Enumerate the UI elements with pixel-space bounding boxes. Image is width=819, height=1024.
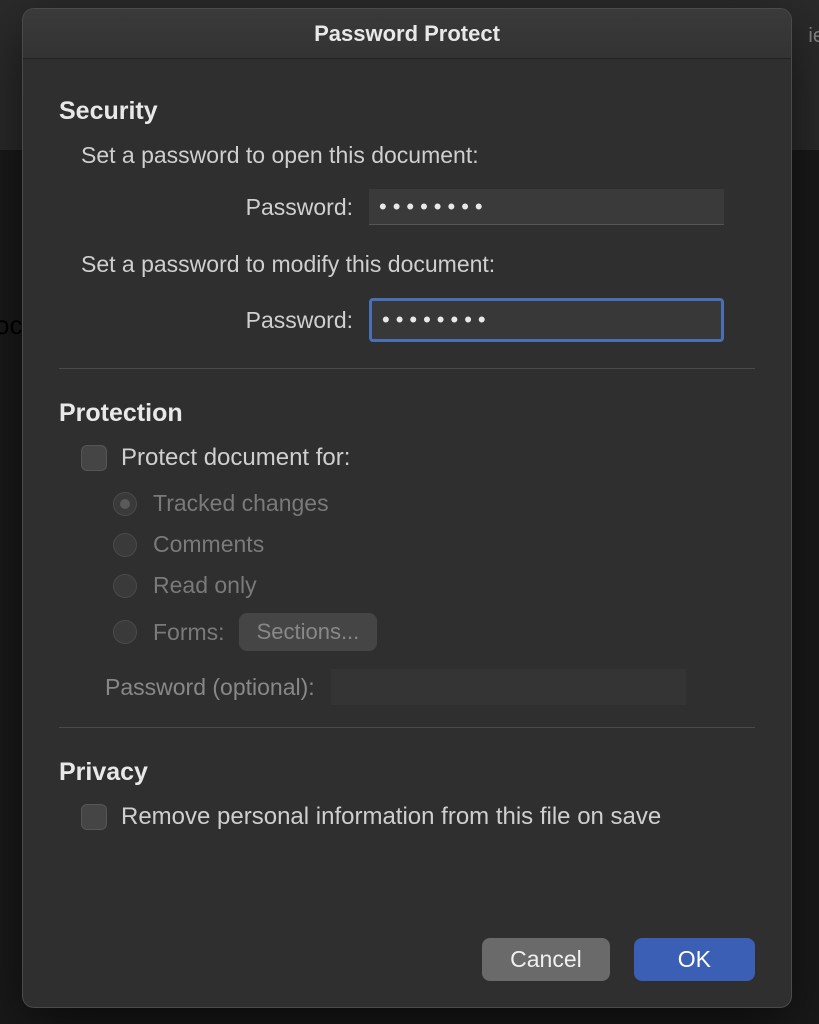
optional-password-input	[331, 669, 686, 705]
forms-label: Forms:	[153, 619, 225, 646]
cancel-button[interactable]: Cancel	[482, 938, 610, 981]
open-password-input[interactable]	[369, 189, 724, 225]
protect-document-label: Protect document for:	[121, 444, 350, 472]
divider	[59, 727, 755, 728]
remove-personal-info-label: Remove personal information from this fi…	[121, 803, 661, 831]
tracked-changes-label: Tracked changes	[153, 490, 329, 517]
protect-document-checkbox[interactable]	[81, 445, 107, 471]
dialog-title: Password Protect	[23, 9, 791, 59]
modify-password-label: Password:	[59, 307, 369, 334]
tracked-changes-radio	[113, 492, 137, 516]
modify-password-input[interactable]	[369, 298, 724, 342]
protection-heading: Protection	[59, 399, 755, 428]
open-password-label: Password:	[59, 194, 369, 221]
background-fragment-left: oc	[0, 310, 22, 341]
comments-radio	[113, 533, 137, 557]
forms-radio	[113, 620, 137, 644]
privacy-heading: Privacy	[59, 758, 755, 787]
password-protect-dialog: Password Protect Security Set a password…	[22, 8, 792, 1008]
comments-label: Comments	[153, 531, 264, 558]
modify-password-hint: Set a password to modify this document:	[81, 251, 755, 278]
read-only-radio	[113, 574, 137, 598]
read-only-label: Read only	[153, 572, 257, 599]
optional-password-label: Password (optional):	[105, 674, 315, 701]
ok-button[interactable]: OK	[634, 938, 755, 981]
background-fragment-right: ie	[808, 25, 819, 48]
remove-personal-info-checkbox[interactable]	[81, 804, 107, 830]
divider	[59, 368, 755, 369]
open-password-hint: Set a password to open this document:	[81, 142, 755, 169]
security-heading: Security	[59, 97, 755, 126]
sections-button: Sections...	[239, 613, 378, 651]
